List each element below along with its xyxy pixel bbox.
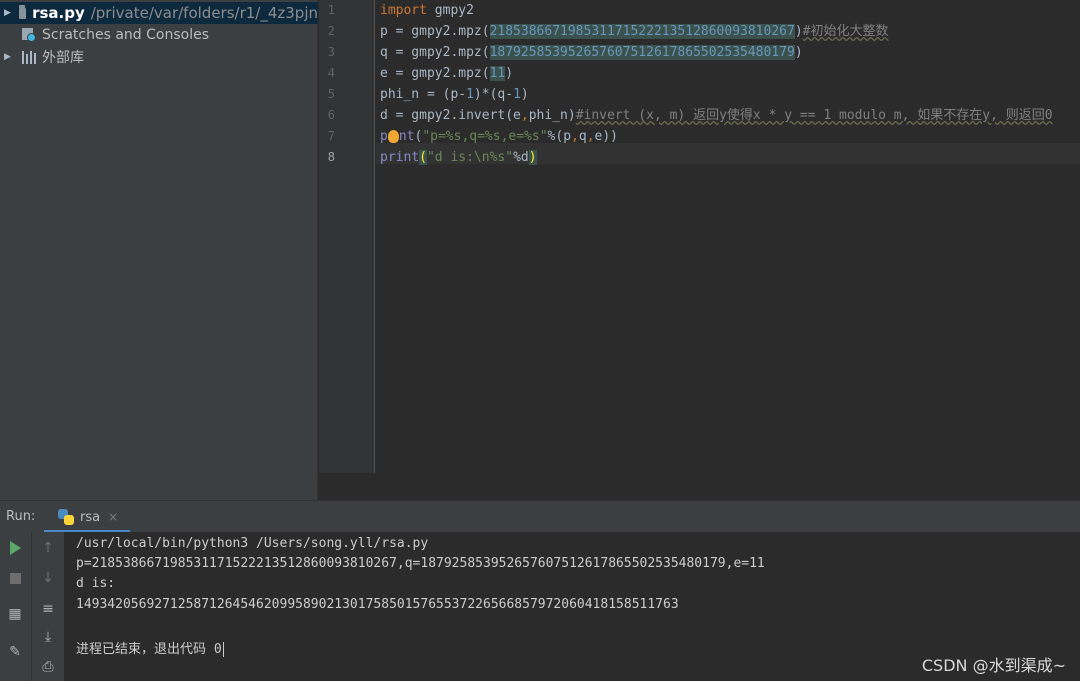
scroll-to-end-icon[interactable]: ⤓ [38, 627, 58, 647]
intention-bulb-icon[interactable] [387, 130, 399, 143]
watermark: CSDN @水到渠成~ [921, 656, 1066, 675]
line-number-current: 8 [327, 150, 335, 164]
code-line-1[interactable]: import gmpy2 [380, 0, 474, 21]
tree-item-external-libs[interactable]: ▶ 外部库 [0, 46, 318, 68]
code-line-5[interactable]: phi_n = (p-1)*(q-1) [380, 84, 529, 105]
arrow-up-icon[interactable]: ↑ [38, 538, 58, 558]
expand-arrow-icon[interactable]: ▶ [4, 52, 14, 62]
line-number: 2 [327, 24, 335, 38]
line-number: 1 [327, 3, 335, 17]
file-name: rsa.py [32, 4, 85, 22]
console-line: d is: [76, 576, 116, 591]
line-number: 4 [327, 66, 335, 80]
editor-gutter: 1 2 3 4 5 6 7 8 [319, 0, 375, 473]
tree-item-scratches[interactable]: Scratches and Consoles [0, 24, 318, 46]
expand-arrow-icon[interactable]: ▶ [4, 8, 11, 18]
tree-item-rsa-py[interactable]: ▶ rsa.py /private/var/folders/r1/_4z3pjn [0, 2, 318, 24]
console-exit-line: 进程已结束，退出代码 0 [76, 642, 224, 657]
code-line-4[interactable]: e = gmpy2.mpz(11) [380, 63, 513, 84]
line-number: 3 [327, 45, 335, 59]
code-line-8[interactable]: print("d is:\n%s"%d) [380, 147, 537, 168]
line-number: 6 [327, 108, 335, 122]
pin-icon[interactable]: ✎ [5, 642, 25, 662]
run-label: Run: [6, 509, 36, 524]
console-line: /usr/local/bin/python3 /Users/song.yll/r… [76, 536, 429, 551]
folder-icon [18, 4, 27, 19]
code-line-2[interactable]: p = gmpy2.mpz(21853866719853117152221351… [380, 21, 888, 42]
stop-icon[interactable] [5, 568, 25, 588]
console-line: p=21853866719853117152221351286009381026… [76, 556, 765, 571]
project-panel: ▶ rsa.py /private/var/folders/r1/_4z3pjn… [0, 0, 318, 500]
console-line: 1493420569271258712645462099589021301758… [76, 597, 679, 612]
code-line-7[interactable]: p nt("p=%s,q=%s,e=%s"%(p,q,e)) [380, 126, 618, 147]
run-tab-label: rsa [80, 509, 101, 525]
code-line-3[interactable]: q = gmpy2.mpz(18792585395265760751261786… [380, 42, 803, 63]
code-editor[interactable]: import gmpy2 p = gmpy2.mpz(2185386671985… [376, 0, 1080, 473]
run-panel-header: Run: rsa × [0, 500, 1080, 533]
soft-wrap-icon[interactable]: ≡ [38, 599, 58, 619]
code-line-6[interactable]: d = gmpy2.invert(e,phi_n)#invert (x, m) … [380, 105, 1053, 126]
line-number: 5 [327, 87, 335, 101]
text-caret [222, 642, 224, 657]
close-icon[interactable]: × [108, 510, 118, 524]
library-icon [22, 50, 36, 64]
file-path: /private/var/folders/r1/_4z3pjn [90, 4, 318, 22]
run-play-icon[interactable] [5, 538, 25, 558]
external-libs-label: 外部库 [42, 50, 84, 66]
run-tab-rsa[interactable]: rsa × [44, 501, 130, 533]
line-number: 7 [327, 129, 335, 143]
layout-icon[interactable]: ▦ [5, 604, 25, 624]
scratches-icon [22, 28, 36, 42]
editor-bottom-strip [319, 473, 1080, 501]
scratches-label: Scratches and Consoles [42, 27, 209, 43]
python-file-icon [58, 509, 74, 525]
arrow-down-icon[interactable]: ↓ [38, 568, 58, 588]
run-toolbar: ▦ ✎ ↑ ↓ ≡ ⤓ ⎙ [0, 532, 64, 681]
print-icon[interactable]: ⎙ [38, 657, 58, 677]
